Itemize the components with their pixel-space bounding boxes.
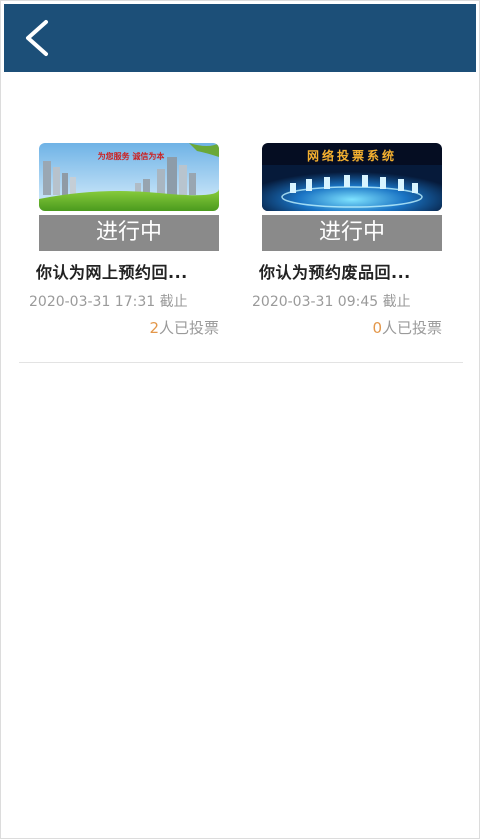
vote-count: 2 [149, 319, 159, 337]
vote-count-label: 0人已投票 [262, 317, 442, 338]
list-divider [19, 362, 463, 363]
poll-card[interactable]: 网络投票系统 进行中 你认为预约废品回... 2020-03-31 09:45 … [252, 143, 442, 338]
poll-thumbnail[interactable]: 为您服务 诚信为本 [39, 143, 219, 211]
voting-system-banner-image: 网络投票系统 [262, 143, 442, 211]
back-button[interactable] [14, 14, 62, 62]
poll-card[interactable]: 为您服务 诚信为本 进行中 你认为网上预约回... 2020-03-31 17:… [29, 143, 219, 338]
banner-text: 为您服务 诚信为本 [98, 151, 165, 161]
poll-deadline: 2020-03-31 09:45 截止 [252, 294, 411, 310]
chevron-left-icon [26, 20, 48, 56]
city-banner-image: 为您服务 诚信为本 [39, 143, 219, 211]
app-frame: 为您服务 诚信为本 进行中 你认为网上预约回... 2020-03-31 17:… [0, 0, 480, 839]
poll-deadline: 2020-03-31 17:31 截止 [29, 294, 188, 310]
top-nav-bar [4, 4, 476, 72]
vote-suffix: 人已投票 [381, 319, 442, 337]
status-badge: 进行中 [262, 215, 442, 251]
poll-title[interactable]: 你认为预约废品回... [259, 259, 459, 283]
vote-count-label: 2人已投票 [39, 317, 219, 338]
banner-text: 网络投票系统 [307, 148, 397, 163]
poll-title[interactable]: 你认为网上预约回... [36, 259, 236, 283]
poll-thumbnail[interactable]: 网络投票系统 [262, 143, 442, 211]
vote-count: 0 [372, 319, 382, 337]
vote-suffix: 人已投票 [158, 319, 219, 337]
status-badge: 进行中 [39, 215, 219, 251]
